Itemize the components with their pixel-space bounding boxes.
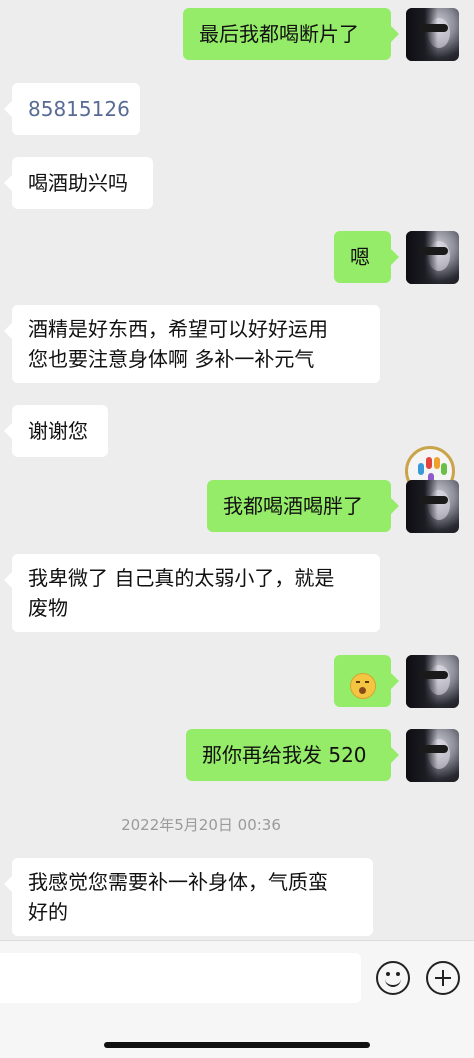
- user-avatar[interactable]: [406, 480, 459, 533]
- user-avatar[interactable]: [406, 729, 459, 782]
- message-line: 好的: [28, 900, 68, 924]
- sent-message-bubble[interactable]: [334, 655, 399, 707]
- user-avatar[interactable]: [406, 8, 459, 61]
- sent-message-bubble[interactable]: 最后我都喝断片了: [183, 8, 399, 60]
- chat-timestamp: 2022年5月20日 00:36: [121, 816, 281, 834]
- message-text: 嗯: [350, 245, 370, 269]
- message-line: 酒精是好东西，希望可以好好运用: [28, 317, 328, 341]
- message-line: 废物: [28, 596, 68, 620]
- message-text: 喝酒助兴吗: [28, 171, 128, 195]
- message-line: 我卑微了 自己真的太弱小了，就是: [28, 566, 335, 590]
- smiley-icon[interactable]: [376, 961, 410, 995]
- sent-message-bubble[interactable]: 那你再给我发 520: [186, 729, 399, 781]
- message-text: 谢谢您: [28, 419, 88, 443]
- avatar-hair: [406, 729, 459, 782]
- avatar-hair: [406, 655, 459, 708]
- user-avatar[interactable]: [406, 655, 459, 708]
- avatar-hair: [406, 8, 459, 61]
- received-message-bubble[interactable]: 我卑微了 自己真的太弱小了，就是 废物: [4, 554, 380, 632]
- avatar-hair: [406, 231, 459, 284]
- message-line: 我感觉您需要补一补身体，气质蛮: [28, 870, 328, 894]
- avatar-mask: [418, 496, 448, 504]
- input-bar: [0, 940, 474, 1058]
- home-indicator: [104, 1042, 370, 1048]
- avatar-mask: [418, 671, 448, 679]
- received-message-bubble[interactable]: 85815126: [4, 83, 140, 135]
- received-message-bubble[interactable]: 谢谢您: [4, 405, 108, 457]
- face-emoji-icon: [350, 672, 376, 699]
- message-text: 最后我都喝断片了: [199, 22, 359, 46]
- message-input[interactable]: [0, 953, 361, 1003]
- received-message-bubble[interactable]: 喝酒助兴吗: [4, 157, 153, 209]
- received-message-bubble[interactable]: 酒精是好东西，希望可以好好运用 您也要注意身体啊 多补一补元气: [4, 305, 380, 383]
- avatar-mask: [418, 247, 448, 255]
- avatar-mask: [418, 745, 448, 753]
- received-message-bubble[interactable]: 我感觉您需要补一补身体，气质蛮 好的: [4, 858, 373, 936]
- message-line: 您也要注意身体啊 多补一补元气: [28, 347, 315, 371]
- message-text: 那你再给我发 520: [202, 743, 367, 767]
- avatar-mask: [418, 24, 448, 32]
- user-avatar[interactable]: [406, 231, 459, 284]
- sent-message-bubble[interactable]: 我都喝酒喝胖了: [207, 480, 399, 532]
- message-text: 我都喝酒喝胖了: [223, 494, 363, 518]
- sent-message-bubble[interactable]: 嗯: [334, 231, 399, 283]
- plus-circle-icon[interactable]: [426, 961, 460, 995]
- avatar-hair: [406, 480, 459, 533]
- phone-number-link[interactable]: 85815126: [28, 97, 130, 121]
